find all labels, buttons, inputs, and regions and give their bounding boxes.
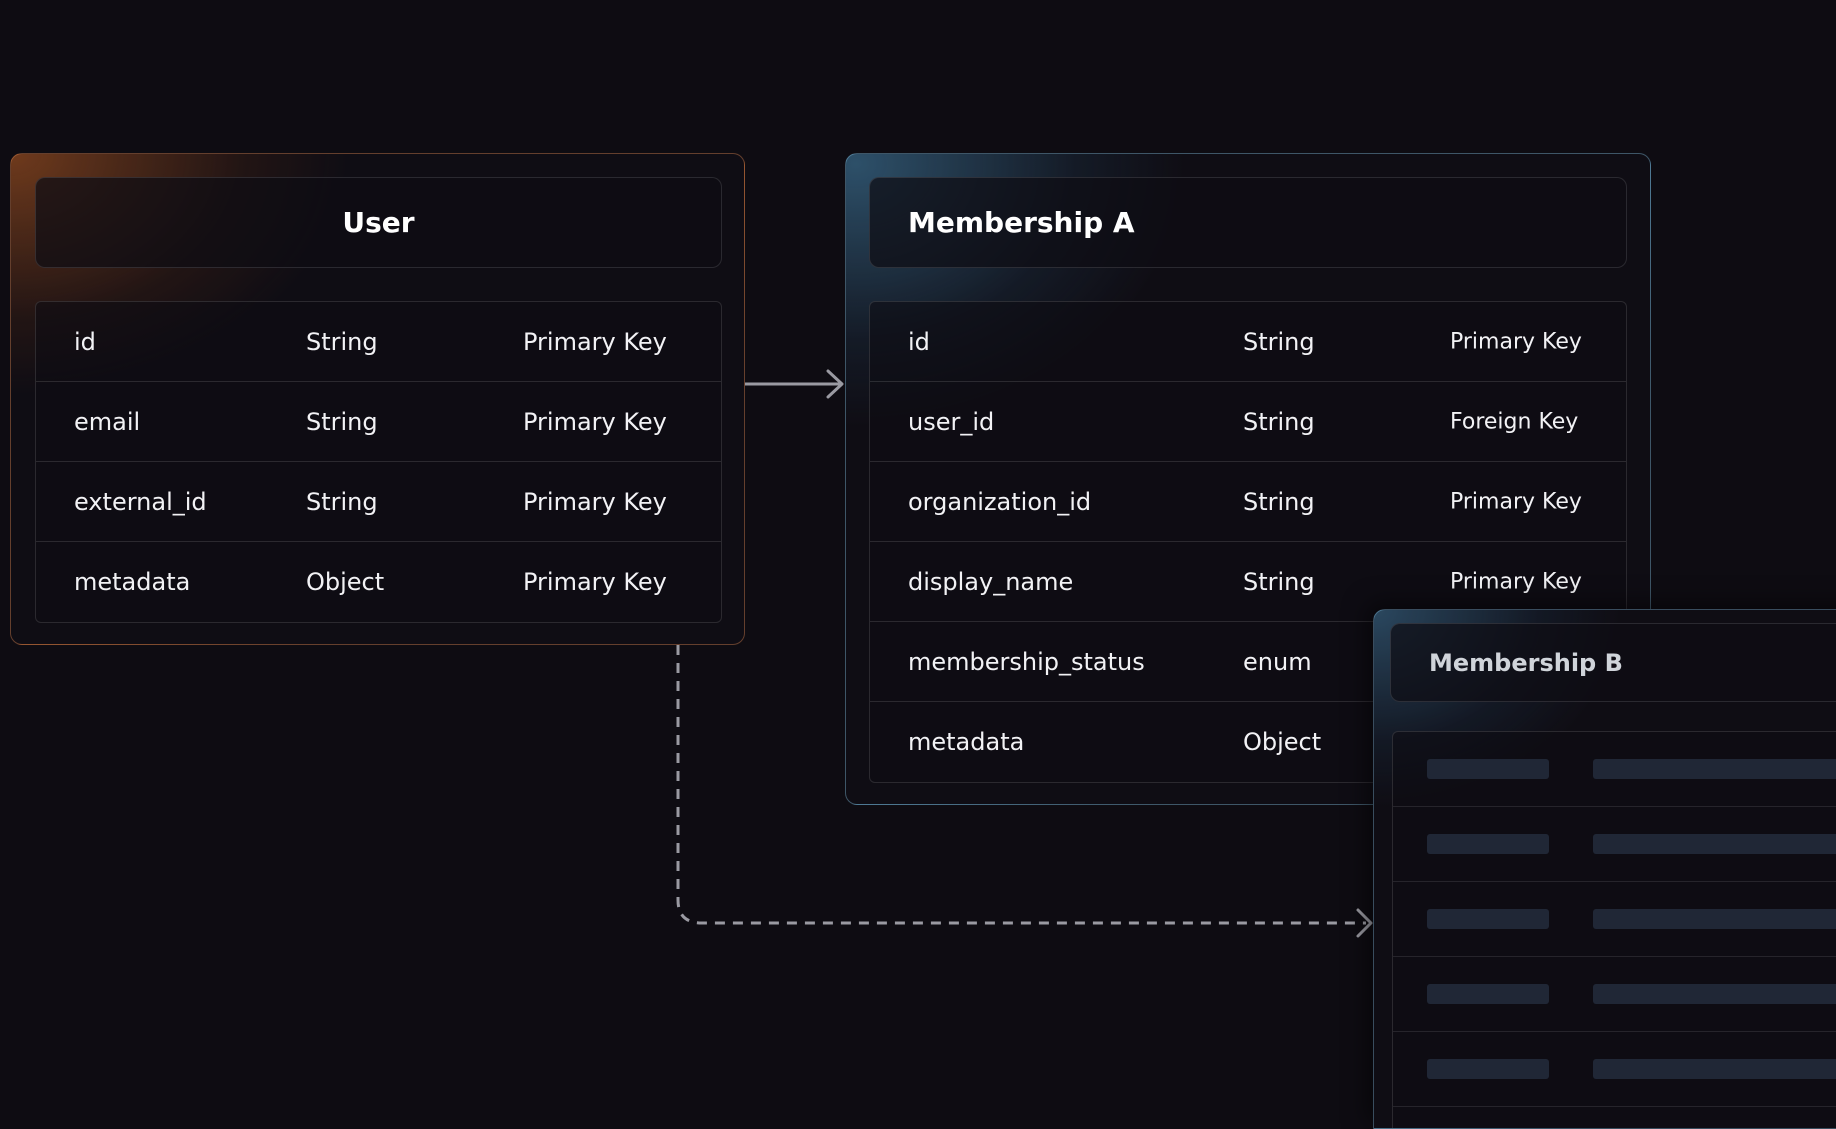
table-row[interactable]: organization_id String Primary Key (870, 462, 1626, 542)
field-key: Primary Key (1450, 569, 1582, 594)
field-name: display_name (908, 567, 1074, 596)
field-name: user_id (908, 407, 995, 436)
field-key: Primary Key (523, 327, 667, 356)
field-name: id (908, 327, 930, 356)
table-row[interactable]: id String Primary Key (36, 302, 721, 382)
table-row[interactable]: user_id String Foreign Key (870, 382, 1626, 462)
placeholder-bar (1427, 759, 1549, 779)
field-name: id (74, 327, 96, 356)
placeholder-bar (1593, 984, 1836, 1004)
user-table-title: User (35, 177, 722, 268)
field-type: String (1243, 407, 1315, 436)
membership-b-table-card[interactable]: Membership B (1373, 609, 1836, 1129)
placeholder-bar (1427, 909, 1549, 929)
placeholder-row (1393, 807, 1836, 882)
field-name: metadata (74, 568, 191, 596)
field-key: Primary Key (523, 407, 667, 436)
field-name: email (74, 407, 141, 436)
field-name: metadata (908, 728, 1025, 756)
field-type: String (1243, 567, 1315, 596)
membership-b-table-title: Membership B (1390, 623, 1836, 702)
membership-b-table-rows (1392, 731, 1836, 1128)
field-type: String (306, 327, 378, 356)
field-type: String (1243, 327, 1315, 356)
field-key: Primary Key (1450, 329, 1582, 354)
field-key: Primary Key (523, 487, 667, 516)
field-type: String (1243, 487, 1315, 516)
field-key: Primary Key (1450, 489, 1582, 514)
placeholder-bar (1427, 834, 1549, 854)
user-table-rows: id String Primary Key email String Prima… (35, 301, 722, 623)
field-name: membership_status (908, 647, 1145, 676)
table-row[interactable]: email String Primary Key (36, 382, 721, 462)
field-name: organization_id (908, 487, 1092, 516)
field-type: String (306, 487, 378, 516)
field-type: enum (1243, 647, 1312, 676)
placeholder-row (1393, 882, 1836, 957)
placeholder-bar (1593, 909, 1836, 929)
placeholder-bar (1593, 1059, 1836, 1079)
field-key: Primary Key (523, 568, 667, 596)
placeholder-row (1393, 1032, 1836, 1107)
user-table-card[interactable]: User id String Primary Key email String … (10, 153, 745, 645)
placeholder-bar (1427, 984, 1549, 1004)
table-row[interactable]: id String Primary Key (870, 302, 1626, 382)
placeholder-bar (1593, 834, 1836, 854)
placeholder-row (1393, 957, 1836, 1032)
table-row[interactable]: external_id String Primary Key (36, 462, 721, 542)
field-key: Foreign Key (1450, 409, 1579, 434)
table-row[interactable]: metadata Object Primary Key (36, 542, 721, 622)
membership-a-table-title: Membership A (869, 177, 1627, 268)
field-type: Object (306, 568, 385, 596)
field-type: String (306, 407, 378, 436)
field-name: external_id (74, 487, 207, 516)
placeholder-bar (1427, 1059, 1549, 1079)
placeholder-row (1393, 732, 1836, 807)
placeholder-bar (1593, 759, 1836, 779)
field-type: Object (1243, 728, 1322, 756)
